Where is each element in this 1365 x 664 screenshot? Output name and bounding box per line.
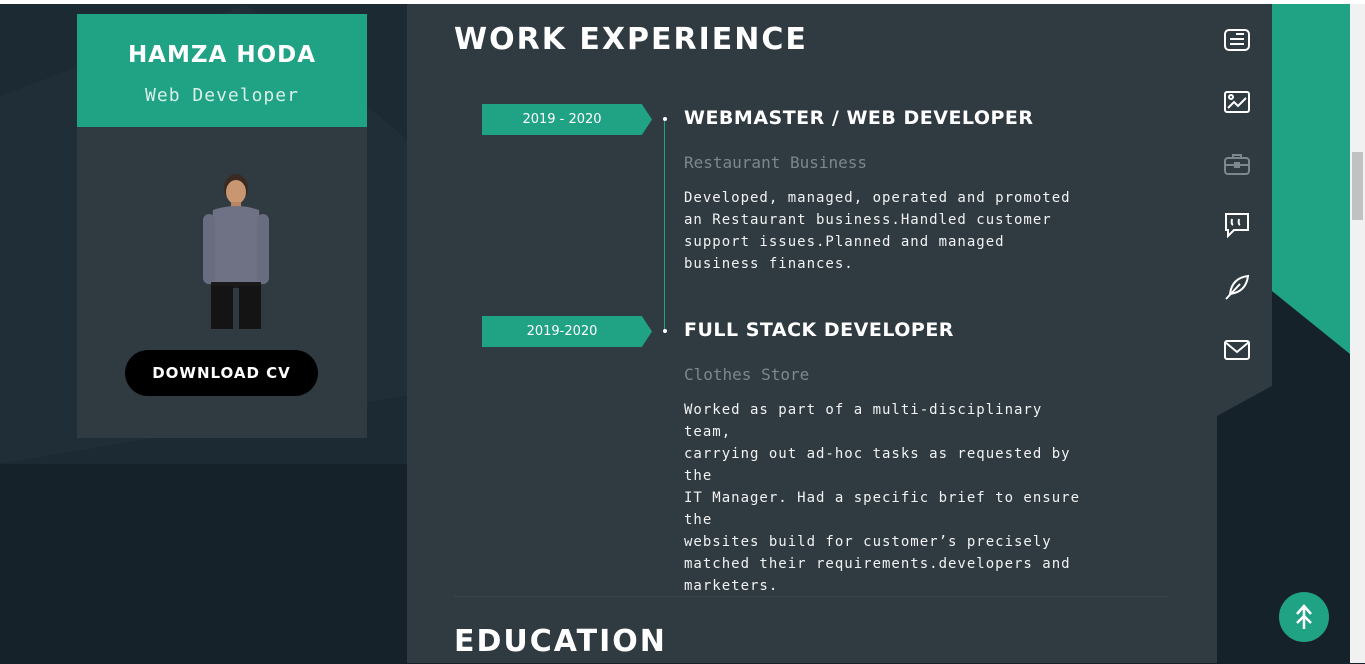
work-experience-title: WORK EXPERIENCE <box>454 22 808 57</box>
timeline-line <box>664 119 665 331</box>
job-company: Clothes Store <box>684 365 810 384</box>
job-company: Restaurant Business <box>684 153 868 172</box>
job-description-line: an Restaurant business.Handled customer <box>684 212 1052 228</box>
profile-name: HAMZA HODA <box>127 42 317 68</box>
section-divider <box>454 596 1168 597</box>
job-description-line: business finances. <box>684 256 854 272</box>
job-description: Worked as part of a multi-disciplinary t… <box>684 399 1084 597</box>
scrollbar-track[interactable] <box>1350 4 1365 663</box>
job-description-line: matched their requirements.developers an… <box>684 556 1071 572</box>
mail-icon[interactable] <box>1222 335 1252 365</box>
download-cv-button[interactable]: DOWNLOAD CV <box>125 350 318 396</box>
job-description-line: websites build for customer’s precisely <box>684 534 1052 550</box>
portfolio-icon[interactable] <box>1222 87 1252 117</box>
timeline-date: 2019 - 2020 <box>482 104 652 135</box>
job-description-line: Worked as part of a multi-disciplinary t… <box>684 402 1043 440</box>
education-title: EDUCATION <box>454 624 667 659</box>
scrollbar-thumb[interactable] <box>1352 152 1363 220</box>
testimonial-quote-icon[interactable] <box>1222 210 1252 240</box>
job-description-line: support issues.Planned and managed <box>684 234 1005 250</box>
briefcase-icon[interactable] <box>1222 149 1252 179</box>
job-description-line: Developed, managed, operated and promote… <box>684 190 1071 206</box>
timeline-dot <box>663 329 667 333</box>
job-description-line: marketers. <box>684 578 779 594</box>
profile-card: HAMZA HODA Web Developer DOWNLOAD CV <box>77 14 367 438</box>
job-description-line: carrying out ad-hoc tasks as requested b… <box>684 446 1071 484</box>
job-description-line: IT Manager. Had a specific brief to ensu… <box>684 490 1081 528</box>
blog-feather-icon[interactable] <box>1222 272 1252 302</box>
arrow-up-icon <box>1296 604 1312 629</box>
profile-photo <box>203 174 269 329</box>
resume-icon[interactable] <box>1222 25 1252 55</box>
timeline-date: 2019-2020 <box>482 316 652 347</box>
main-panel-extension <box>1217 4 1272 386</box>
profile-card-header: HAMZA HODA Web Developer <box>77 14 367 127</box>
job-title: FULL STACK DEVELOPER <box>684 319 954 341</box>
job-description: Developed, managed, operated and promote… <box>684 187 1084 275</box>
scroll-to-top-button[interactable] <box>1279 592 1329 642</box>
timeline-dot <box>663 117 667 121</box>
profile-role: Web Developer <box>145 85 299 106</box>
job-title: WEBMASTER / WEB DEVELOPER <box>684 107 1034 129</box>
